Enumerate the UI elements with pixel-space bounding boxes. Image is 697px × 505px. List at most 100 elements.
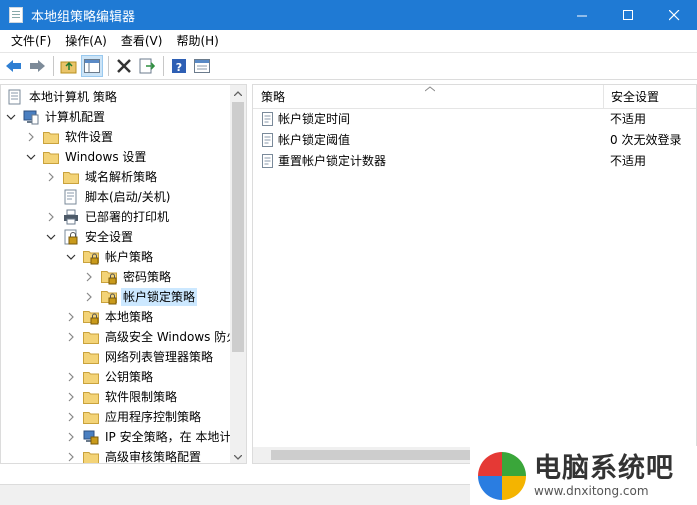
toolbar-separator bbox=[163, 56, 164, 76]
ip-security-icon bbox=[83, 429, 99, 445]
menu-view[interactable]: 查看(V) bbox=[114, 30, 170, 52]
expand-toggle[interactable] bbox=[65, 371, 77, 383]
locked-folder-icon bbox=[101, 269, 117, 285]
locked-folder-icon bbox=[101, 289, 117, 305]
tree-item[interactable]: 本地计算机 策略 bbox=[5, 87, 119, 107]
policy-tree: 本地计算机 策略计算机配置软件设置 Windows 设置域名解析策略脚本(启动/关… bbox=[1, 85, 231, 463]
expand-toggle[interactable] bbox=[83, 271, 95, 283]
policy-row[interactable]: 重置帐户锁定计数器 不适用 bbox=[253, 151, 696, 172]
tree-item[interactable]: 已部署的打印机 bbox=[45, 207, 171, 227]
chevron-right-icon bbox=[68, 432, 74, 442]
tree-item[interactable]: 安全设置 bbox=[45, 227, 135, 247]
tree-item-label: 计算机配置 bbox=[45, 110, 106, 124]
collapse-toggle[interactable] bbox=[5, 111, 17, 123]
help-button[interactable]: ? bbox=[168, 55, 190, 77]
folder-icon bbox=[63, 169, 79, 185]
collapse-toggle[interactable] bbox=[45, 231, 57, 243]
tree-item-label: 域名解析策略 bbox=[85, 170, 158, 184]
tree-item[interactable]: 软件设置 bbox=[25, 127, 115, 147]
expand-toggle[interactable] bbox=[65, 411, 77, 423]
scroll-thumb[interactable] bbox=[271, 450, 476, 460]
toolbar-separator bbox=[108, 56, 109, 76]
chevron-right-icon bbox=[68, 412, 74, 422]
tree-item[interactable]: 公钥策略 bbox=[65, 367, 155, 387]
expand-toggle[interactable] bbox=[25, 131, 37, 143]
policy-name: 帐户锁定时间 bbox=[278, 112, 351, 126]
properties-pane-icon bbox=[194, 59, 210, 73]
folder-icon bbox=[83, 389, 99, 405]
expand-toggle[interactable] bbox=[83, 291, 95, 303]
maximize-button[interactable] bbox=[605, 0, 651, 30]
expand-toggle[interactable] bbox=[45, 171, 57, 183]
expand-toggle[interactable] bbox=[45, 211, 57, 223]
toolbar: ? bbox=[0, 52, 697, 80]
tree-item[interactable]: 计算机配置 bbox=[5, 107, 107, 127]
expand-toggle[interactable] bbox=[65, 331, 77, 343]
column-setting-header[interactable]: 安全设置 bbox=[605, 85, 696, 109]
up-level-button[interactable] bbox=[58, 55, 80, 77]
tree-item[interactable]: 应用程序控制策略 bbox=[65, 407, 203, 427]
policy-row[interactable]: 帐户锁定时间 不适用 bbox=[253, 109, 696, 130]
tree-item[interactable]: 高级审核策略配置 bbox=[65, 447, 203, 463]
folder-icon bbox=[43, 129, 59, 145]
expand-toggle[interactable] bbox=[65, 431, 77, 443]
chevron-right-icon bbox=[48, 172, 54, 182]
tree-vertical-scrollbar[interactable] bbox=[230, 85, 246, 463]
chevron-right-icon bbox=[86, 292, 92, 302]
tree-item[interactable]: 脚本(启动/关机) bbox=[45, 187, 172, 207]
chevron-right-icon bbox=[68, 452, 74, 462]
policy-name: 帐户锁定阈值 bbox=[278, 133, 351, 147]
policy-setting-icon bbox=[262, 154, 273, 168]
tree-item-label: 本地策略 bbox=[105, 310, 154, 324]
window-controls bbox=[559, 0, 697, 30]
expand-toggle[interactable] bbox=[65, 451, 77, 463]
close-button[interactable] bbox=[651, 0, 697, 30]
tree-item[interactable]: 本地策略 bbox=[65, 307, 155, 327]
console-tree-pane: 本地计算机 策略计算机配置软件设置 Windows 设置域名解析策略脚本(启动/关… bbox=[0, 84, 247, 464]
watermark: 电脑系统吧 www.dnxitong.com bbox=[470, 446, 697, 505]
collapse-toggle[interactable] bbox=[65, 251, 77, 263]
collapse-toggle[interactable] bbox=[25, 151, 37, 163]
tree-item[interactable]: 帐户锁定策略 bbox=[83, 287, 198, 307]
tree-item[interactable]: 软件限制策略 bbox=[65, 387, 179, 407]
sort-ascending-icon bbox=[425, 86, 435, 92]
policy-setting-value: 0 次无效登录 bbox=[610, 133, 682, 147]
properties-button[interactable] bbox=[191, 55, 213, 77]
minimize-button[interactable] bbox=[559, 0, 605, 30]
tree-item[interactable]: 网络列表管理器策略 bbox=[65, 347, 215, 367]
scroll-up-arrow[interactable] bbox=[230, 85, 246, 101]
forward-button[interactable] bbox=[26, 55, 48, 77]
folder-icon bbox=[83, 409, 99, 425]
tree-item[interactable]: 高级安全 Windows 防火 bbox=[65, 327, 231, 347]
export-list-icon bbox=[139, 58, 155, 74]
folder-icon bbox=[83, 329, 99, 345]
tree-item[interactable]: Windows 设置 bbox=[25, 147, 148, 167]
tree-item-label: IP 安全策略，在 本地计 bbox=[105, 430, 231, 444]
tree-item[interactable]: 帐户策略 bbox=[65, 247, 155, 267]
delete-button[interactable] bbox=[113, 55, 135, 77]
back-button[interactable] bbox=[3, 55, 25, 77]
scroll-down-arrow[interactable] bbox=[230, 449, 246, 463]
brand-url: www.dnxitong.com bbox=[534, 483, 649, 498]
expand-toggle[interactable] bbox=[65, 311, 77, 323]
up-folder-icon bbox=[60, 61, 77, 74]
show-hide-tree-button[interactable] bbox=[81, 55, 103, 77]
tree-item[interactable]: 密码策略 bbox=[83, 267, 173, 287]
tree-item[interactable]: IP 安全策略，在 本地计 bbox=[65, 427, 231, 447]
folder-icon bbox=[83, 369, 99, 385]
expand-toggle[interactable] bbox=[65, 391, 77, 403]
tree-item[interactable]: 域名解析策略 bbox=[45, 167, 159, 187]
menu-file[interactable]: 文件(F) bbox=[4, 30, 58, 52]
policy-row[interactable]: 帐户锁定阈值 0 次无效登录 bbox=[253, 130, 696, 151]
scroll-thumb[interactable] bbox=[232, 102, 244, 352]
console-tree-icon bbox=[84, 59, 100, 73]
back-arrow-icon bbox=[6, 60, 21, 72]
locked-folder-icon bbox=[83, 309, 99, 325]
tree-item-label: 帐户锁定策略 bbox=[121, 288, 198, 306]
export-list-button[interactable] bbox=[136, 55, 158, 77]
security-icon bbox=[63, 229, 79, 245]
menu-help[interactable]: 帮助(H) bbox=[169, 30, 225, 52]
menu-action[interactable]: 操作(A) bbox=[58, 30, 114, 52]
printer-icon bbox=[63, 209, 79, 225]
folder-icon bbox=[83, 349, 99, 365]
